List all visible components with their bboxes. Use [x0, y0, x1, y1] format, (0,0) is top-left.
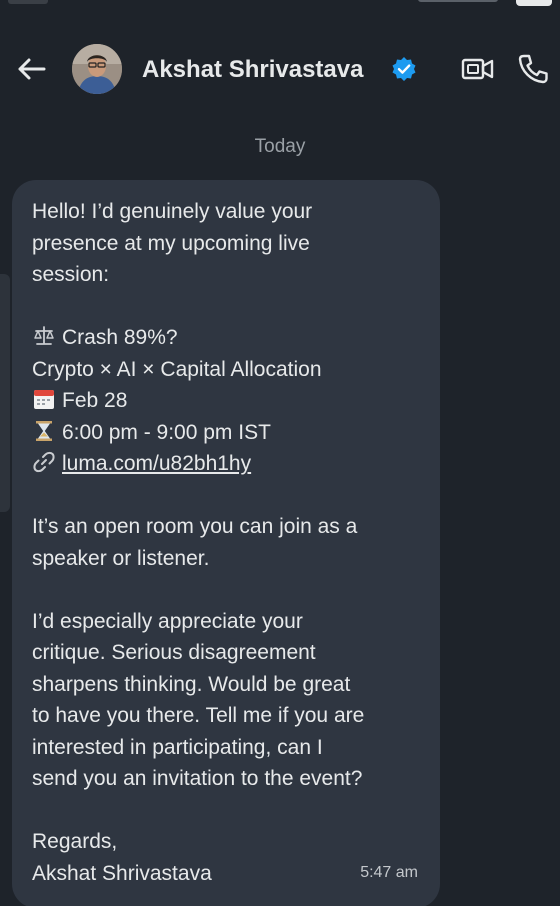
- hourglass-icon: [36, 420, 52, 441]
- message-line: interested in participating, can I: [32, 735, 323, 759]
- phone-call-icon: [518, 54, 548, 84]
- verified-badge-icon: [392, 57, 416, 81]
- video-call-icon: [461, 58, 494, 80]
- status-signal-fragment: [418, 0, 498, 2]
- status-bar: [0, 0, 560, 12]
- calendar-icon: [34, 390, 54, 409]
- message-signoff: Regards,: [32, 830, 118, 853]
- event-time-line: 6:00 pm - 9:00 pm IST: [32, 417, 432, 449]
- date-divider: Today: [254, 136, 306, 157]
- event-title-line: Crash 89%?: [32, 322, 432, 354]
- phone-call-button[interactable]: [516, 52, 552, 86]
- avatar-photo: [72, 44, 122, 94]
- event-link-line: luma.com/u82bh1hy: [32, 448, 432, 480]
- video-call-button[interactable]: [460, 52, 496, 86]
- message-bubble[interactable]: Hello! I’d genuinely value your presence…: [12, 180, 440, 906]
- contact-name[interactable]: Akshat Shrivastava: [142, 56, 363, 84]
- message-line: to have you there. Tell me if you are: [32, 704, 365, 727]
- edge-tab: [0, 274, 10, 512]
- message-line: I’d especially appreciate your: [32, 609, 303, 633]
- event-title: Crash 89%?: [62, 326, 178, 349]
- message-timestamp: 5:47 am: [360, 864, 418, 881]
- event-time: 6:00 pm - 9:00 pm IST: [62, 420, 271, 444]
- dm-screen: Akshat Shrivastava Today Hello! I’d genu…: [0, 0, 560, 906]
- conversation-header: Akshat Shrivastava: [0, 38, 560, 100]
- status-clock-fragment: [8, 0, 48, 4]
- message-line: sharpens thinking. Would be great: [32, 672, 351, 696]
- balance-scale-icon: [34, 326, 54, 345]
- back-button[interactable]: [14, 52, 48, 86]
- event-link[interactable]: luma.com/u82bh1hy: [62, 452, 251, 475]
- message-line: send you an invitation to the event?: [32, 767, 363, 790]
- message-line: presence at my upcoming live: [32, 231, 310, 255]
- event-date: Feb 28: [62, 389, 128, 412]
- message-body: Hello! I’d genuinely value your presence…: [32, 196, 432, 889]
- battery-icon: [516, 0, 552, 6]
- arrow-left-icon: [18, 58, 46, 80]
- message-line: session:: [32, 263, 110, 286]
- message-line: speaker or listener.: [32, 546, 210, 570]
- event-subtitle: Crypto × AI × Capital Allocation: [32, 357, 322, 381]
- message-line: critique. Serious disagreement: [32, 641, 316, 664]
- message-line: Hello! I’d genuinely value your: [32, 200, 313, 223]
- event-date-line: Feb 28: [32, 385, 432, 417]
- message-line: It’s an open room you can join as a: [32, 515, 358, 538]
- link-icon: [33, 451, 55, 473]
- avatar[interactable]: [72, 44, 122, 94]
